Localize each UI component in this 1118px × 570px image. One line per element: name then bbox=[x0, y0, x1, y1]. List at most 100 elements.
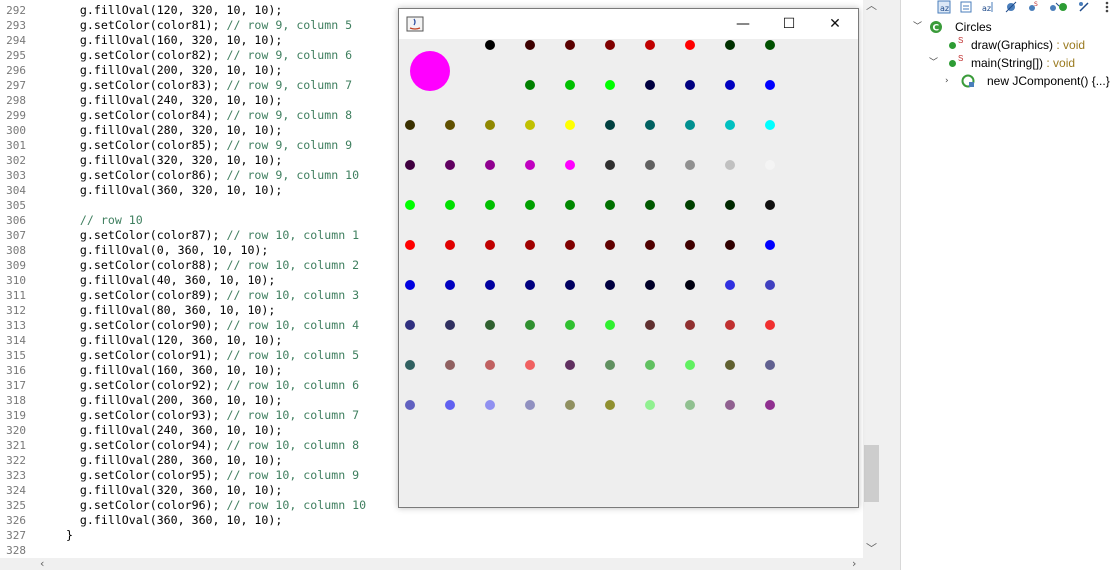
line-number: 319 bbox=[6, 409, 26, 422]
hide-nonpublic-icon[interactable]: S bbox=[1026, 0, 1040, 14]
code-comment: // row 10, column 2 bbox=[226, 258, 360, 272]
hide-static-icon[interactable] bbox=[1004, 0, 1018, 14]
code-text: g.setColor(color92); bbox=[52, 378, 227, 392]
sort-icon[interactable]: az bbox=[937, 0, 951, 14]
grid-circle bbox=[765, 320, 775, 330]
grid-circle bbox=[645, 240, 655, 250]
sort-alpha-icon[interactable]: az bbox=[981, 0, 995, 14]
code-line[interactable]: // row 10 bbox=[52, 213, 143, 228]
grid-circle bbox=[565, 360, 575, 370]
code-line[interactable]: g.fillOval(120, 320, 10, 10); bbox=[52, 3, 282, 18]
close-button[interactable]: ✕ bbox=[812, 9, 858, 39]
chevron-down-icon[interactable]: ﹀ bbox=[929, 54, 938, 72]
line-number: 293 bbox=[6, 19, 26, 32]
grid-circle bbox=[685, 360, 695, 370]
code-line[interactable]: g.fillOval(160, 320, 10, 10); bbox=[52, 33, 282, 48]
code-line[interactable]: g.fillOval(80, 360, 10, 10); bbox=[52, 303, 275, 318]
tree-item-draw-method[interactable]: S draw(Graphics) : void bbox=[949, 36, 1109, 54]
view-divider[interactable] bbox=[880, 0, 901, 570]
link-with-editor-icon[interactable] bbox=[1077, 0, 1091, 14]
code-text: g.setColor(color96); bbox=[52, 498, 227, 512]
public-method-icon bbox=[949, 42, 956, 49]
grid-circle bbox=[725, 120, 735, 130]
code-line[interactable]: g.fillOval(320, 360, 10, 10); bbox=[52, 483, 282, 498]
grid-circle bbox=[645, 160, 655, 170]
line-number: 316 bbox=[6, 364, 26, 377]
grid-circle bbox=[765, 400, 775, 410]
grid-circle bbox=[725, 360, 735, 370]
scroll-left-arrow-icon[interactable]: ‹ bbox=[40, 557, 44, 570]
code-line[interactable]: g.setColor(color81); // row 9, column 5 bbox=[52, 18, 352, 33]
code-line[interactable]: g.setColor(color90); // row 10, column 4 bbox=[52, 318, 359, 333]
minimize-button[interactable]: — bbox=[720, 9, 766, 39]
code-line[interactable]: g.fillOval(0, 360, 10, 10); bbox=[52, 243, 268, 258]
code-line[interactable]: g.setColor(color91); // row 10, column 5 bbox=[52, 348, 359, 363]
line-number: 305 bbox=[6, 199, 26, 212]
chevron-down-icon[interactable]: ﹀ bbox=[913, 18, 922, 36]
code-text: g.setColor(color85); bbox=[52, 138, 227, 152]
view-menu-icon[interactable] bbox=[1100, 0, 1114, 14]
grid-circle bbox=[725, 200, 735, 210]
code-line[interactable]: g.fillOval(160, 360, 10, 10); bbox=[52, 363, 282, 378]
grid-circle bbox=[725, 320, 735, 330]
public-member-icon[interactable] bbox=[1056, 0, 1070, 14]
tree-item-anonymous-class[interactable]: › new JComponent() {...} bbox=[945, 72, 1115, 90]
line-number: 313 bbox=[6, 319, 26, 332]
code-line[interactable]: g.fillOval(280, 360, 10, 10); bbox=[52, 453, 282, 468]
code-line[interactable]: g.setColor(color85); // row 9, column 9 bbox=[52, 138, 352, 153]
grid-circle bbox=[685, 160, 695, 170]
hide-fields-icon[interactable] bbox=[959, 0, 973, 14]
code-line[interactable]: g.setColor(color93); // row 10, column 7 bbox=[52, 408, 359, 423]
scroll-right-arrow-icon[interactable]: › bbox=[852, 557, 856, 570]
code-line[interactable]: g.setColor(color87); // row 10, column 1 bbox=[52, 228, 359, 243]
grid-circle bbox=[645, 360, 655, 370]
code-line[interactable]: g.setColor(color89); // row 10, column 3 bbox=[52, 288, 359, 303]
grid-circle bbox=[765, 120, 775, 130]
line-number: 325 bbox=[6, 499, 26, 512]
code-line[interactable]: } bbox=[52, 528, 73, 543]
code-line[interactable]: g.fillOval(280, 320, 10, 10); bbox=[52, 123, 282, 138]
grid-circle bbox=[645, 320, 655, 330]
window-titlebar[interactable]: — ☐ ✕ bbox=[399, 9, 858, 39]
code-comment: // row 10, column 8 bbox=[226, 438, 360, 452]
line-number: 300 bbox=[6, 124, 26, 137]
grid-circle bbox=[685, 280, 695, 290]
scroll-down-arrow-icon[interactable]: ﹀ bbox=[866, 540, 877, 556]
code-text: g.setColor(color83); bbox=[52, 78, 227, 92]
code-line[interactable]: g.fillOval(360, 320, 10, 10); bbox=[52, 183, 282, 198]
java-app-window[interactable]: — ☐ ✕ bbox=[398, 8, 859, 508]
grid-circle bbox=[605, 280, 615, 290]
class-icon: C bbox=[930, 21, 942, 34]
code-line[interactable]: g.fillOval(240, 320, 10, 10); bbox=[52, 93, 282, 108]
maximize-button[interactable]: ☐ bbox=[766, 9, 812, 39]
code-line[interactable]: g.setColor(color92); // row 10, column 6 bbox=[52, 378, 359, 393]
code-line[interactable]: g.setColor(color82); // row 9, column 6 bbox=[52, 48, 352, 63]
line-number: 314 bbox=[6, 334, 26, 347]
code-line[interactable]: g.fillOval(120, 360, 10, 10); bbox=[52, 333, 282, 348]
code-line[interactable]: g.fillOval(360, 360, 10, 10); bbox=[52, 513, 282, 528]
code-line[interactable]: g.setColor(color96); // row 10, column 1… bbox=[52, 498, 366, 513]
public-method-icon bbox=[949, 60, 956, 67]
code-line[interactable]: g.setColor(color83); // row 9, column 7 bbox=[52, 78, 352, 93]
grid-circle bbox=[405, 280, 415, 290]
editor-scroll-thumb[interactable] bbox=[864, 445, 879, 502]
code-line[interactable]: g.setColor(color84); // row 9, column 8 bbox=[52, 108, 352, 123]
code-line[interactable]: g.fillOval(240, 360, 10, 10); bbox=[52, 423, 282, 438]
grid-circle bbox=[525, 160, 535, 170]
code-line[interactable]: g.fillOval(200, 320, 10, 10); bbox=[52, 63, 282, 78]
code-line[interactable]: g.setColor(color86); // row 9, column 10 bbox=[52, 168, 359, 183]
code-line[interactable]: g.fillOval(200, 360, 10, 10); bbox=[52, 393, 282, 408]
grid-circle bbox=[605, 240, 615, 250]
code-line[interactable]: g.setColor(color94); // row 10, column 8 bbox=[52, 438, 359, 453]
scroll-up-arrow-icon[interactable]: ︿ bbox=[866, 0, 877, 13]
code-line[interactable]: g.fillOval(320, 320, 10, 10); bbox=[52, 153, 282, 168]
code-text: g.setColor(color91); bbox=[52, 348, 227, 362]
tree-item-main-method[interactable]: ﹀ S main(String[]) : void bbox=[929, 54, 1109, 72]
chevron-right-icon[interactable]: › bbox=[945, 72, 949, 90]
line-number: 311 bbox=[6, 289, 26, 302]
grid-circle bbox=[645, 40, 655, 50]
editor-horizontal-scrollbar[interactable]: ‹ › bbox=[0, 557, 880, 570]
code-line[interactable]: g.setColor(color95); // row 10, column 9 bbox=[52, 468, 359, 483]
code-line[interactable]: g.fillOval(40, 360, 10, 10); bbox=[52, 273, 275, 288]
code-line[interactable]: g.setColor(color88); // row 10, column 2 bbox=[52, 258, 359, 273]
